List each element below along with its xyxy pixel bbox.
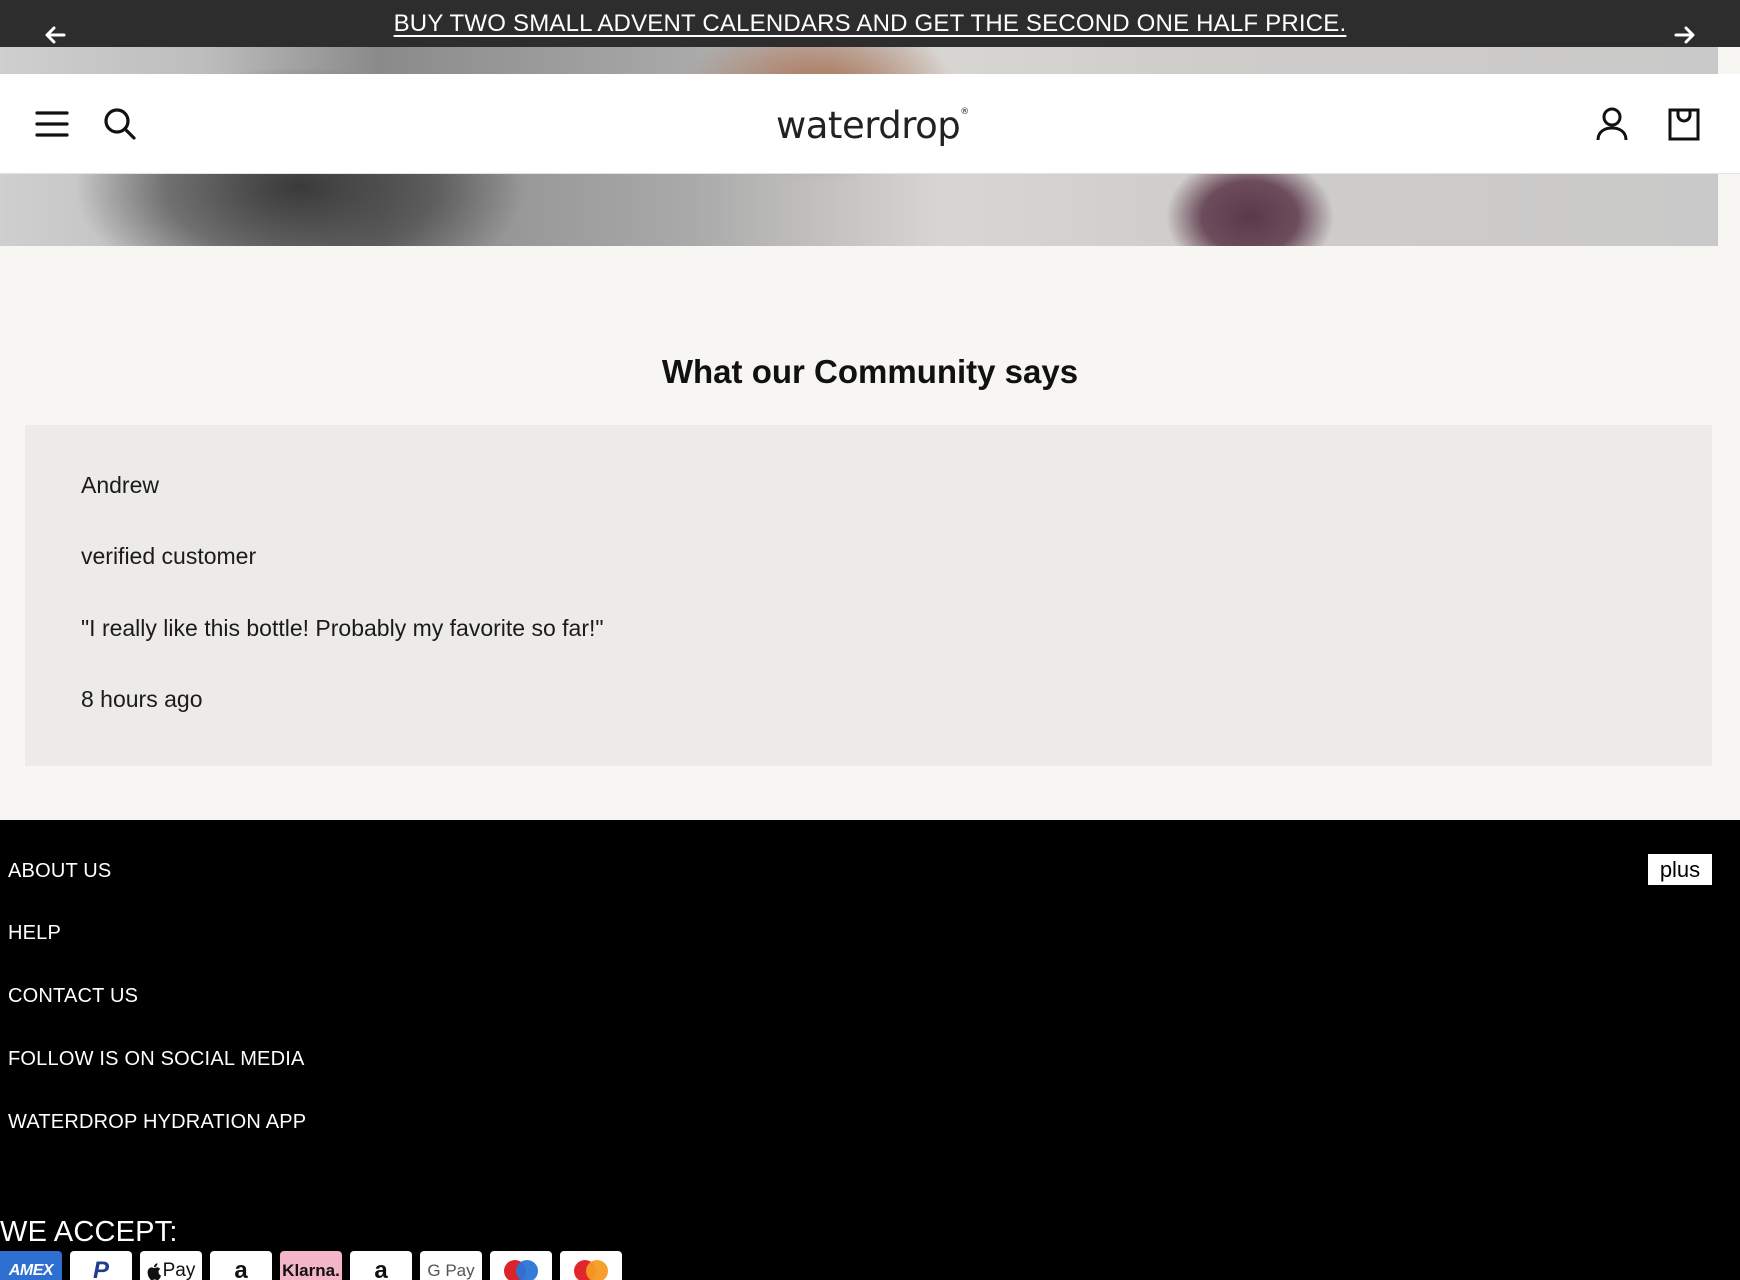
mastercard-circles-icon <box>574 1260 608 1280</box>
logo-text: waterdrop <box>776 104 961 147</box>
mastercard-icon <box>560 1251 622 1280</box>
site-header: waterdrop® <box>0 74 1740 174</box>
previous-announcement-button[interactable] <box>42 22 68 48</box>
shopping-bag-icon <box>1668 108 1700 141</box>
footer-link-help[interactable]: HELP <box>8 922 61 945</box>
paypal-icon: P <box>70 1251 132 1280</box>
review-author: Andrew <box>81 472 159 498</box>
hamburger-menu-icon <box>35 111 69 137</box>
arrow-left-icon <box>45 26 66 44</box>
review-verified-badge: verified customer <box>81 543 257 569</box>
cart-button[interactable] <box>1662 102 1706 146</box>
maestro-circles-icon <box>504 1260 538 1280</box>
community-section: What our Community says Andrew verified … <box>0 254 1740 820</box>
search-button[interactable] <box>98 102 142 146</box>
footer-link-social-media[interactable]: FOLLOW IS ON SOCIAL MEDIA <box>8 1048 305 1071</box>
review-quote: "I really like this bottle! Probably my … <box>81 615 604 641</box>
footer-link-hydration-app[interactable]: WATERDROP HYDRATION APP <box>8 1111 306 1134</box>
payment-methods-title: WE ACCEPT: <box>0 1216 178 1248</box>
registered-mark: ® <box>960 107 969 117</box>
footer-link-about-us[interactable]: ABOUT US <box>8 860 111 883</box>
payment-methods-list: AMEX P Pay a Klarna. a G Pay <box>0 1251 622 1280</box>
klarna-icon: Klarna. <box>280 1251 342 1280</box>
site-footer: ABOUT US HELP CONTACT US FOLLOW IS ON SO… <box>0 820 1740 1280</box>
account-button[interactable] <box>1590 102 1634 146</box>
amazon-icon: a <box>350 1251 412 1280</box>
arrow-right-icon <box>1674 26 1695 44</box>
amex-icon: AMEX <box>0 1251 62 1280</box>
next-announcement-button[interactable] <box>1672 22 1698 48</box>
footer-link-contact-us[interactable]: CONTACT US <box>8 985 138 1008</box>
maestro-icon <box>490 1251 552 1280</box>
menu-button[interactable] <box>30 102 74 146</box>
site-logo[interactable]: waterdrop® <box>776 104 969 147</box>
search-icon <box>104 108 136 140</box>
amazon-pay-icon: a <box>210 1251 272 1280</box>
apple-logo-icon <box>147 1262 161 1280</box>
review-timestamp: 8 hours ago <box>81 686 203 712</box>
review-card: Andrew verified customer "I really like … <box>25 425 1712 766</box>
plus-button[interactable]: plus <box>1648 854 1712 885</box>
user-icon <box>1596 107 1628 141</box>
announcement-link[interactable]: BUY TWO SMALL ADVENT CALENDARS AND GET T… <box>394 10 1347 38</box>
apple-pay-icon: Pay <box>140 1251 202 1280</box>
apple-pay-label: Pay <box>162 1260 196 1280</box>
google-pay-icon: G Pay <box>420 1251 482 1280</box>
announcement-bar: BUY TWO SMALL ADVENT CALENDARS AND GET T… <box>0 0 1740 47</box>
community-title: What our Community says <box>661 353 1079 390</box>
